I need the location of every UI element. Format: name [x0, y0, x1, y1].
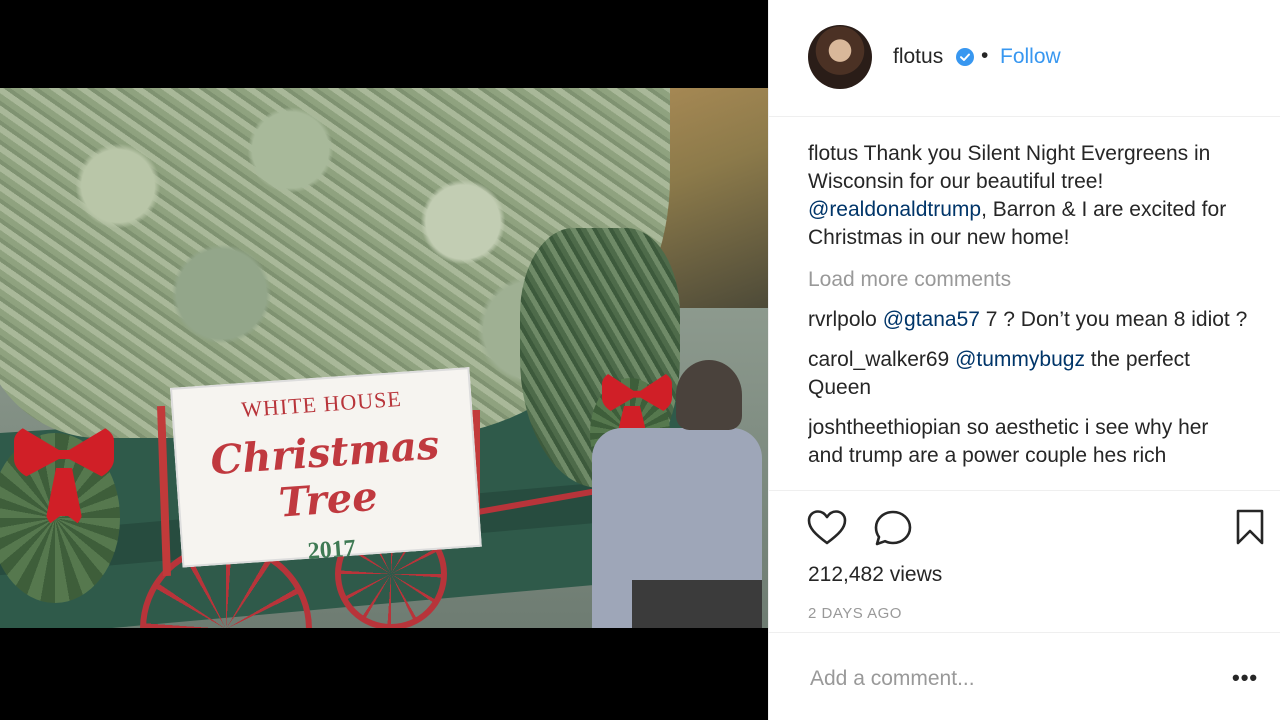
post-header: flotus • Follow: [769, 0, 1280, 117]
post-sidebar: flotus • Follow flotus Thank you Silent …: [768, 0, 1280, 720]
comment-username[interactable]: rvrlpolo: [808, 308, 877, 331]
sign-top-text: WHITE HOUSE: [240, 385, 403, 423]
more-options-icon[interactable]: •••: [1232, 665, 1258, 691]
comment-mention[interactable]: @tummybugz: [955, 348, 1085, 371]
video-frame[interactable]: WHITE HOUSE Christmas Tree 2017: [0, 88, 768, 628]
sign-main-text: Christmas Tree: [209, 421, 441, 527]
comment-username[interactable]: carol_walker69: [808, 348, 949, 371]
load-more-comments-button[interactable]: Load more comments: [808, 266, 1248, 294]
bookmark-icon[interactable]: [1235, 509, 1265, 545]
post-timestamp[interactable]: 2 DAYS AGO: [808, 605, 902, 622]
instagram-post: WHITE HOUSE Christmas Tree 2017 flotus •…: [0, 0, 1280, 720]
comment-item: carol_walker69 @tummybugz the perfect Qu…: [808, 346, 1248, 402]
man-figure: [592, 360, 762, 628]
comment-item: joshtheethiopian so aesthetic i see why …: [808, 414, 1248, 470]
header-username[interactable]: flotus: [893, 45, 943, 69]
man-hat: [676, 360, 742, 430]
comment-icon[interactable]: [873, 509, 913, 547]
add-comment-section: •••: [769, 632, 1280, 721]
comment-username[interactable]: joshtheethiopian: [808, 416, 961, 439]
christmas-tree-sign: WHITE HOUSE Christmas Tree 2017: [170, 367, 482, 568]
follow-button[interactable]: Follow: [1000, 45, 1061, 69]
caption-mention[interactable]: @realdonaldtrump: [808, 198, 981, 221]
header-separator: •: [981, 44, 989, 67]
man-pants: [632, 580, 762, 628]
caption-text-1: Thank you Silent Night Evergreens in Wis…: [808, 142, 1211, 193]
post-caption: flotus Thank you Silent Night Evergreens…: [808, 140, 1248, 252]
post-actions: 212,482 views 2 DAYS AGO: [769, 490, 1280, 631]
comments-list[interactable]: flotus Thank you Silent Night Evergreens…: [808, 140, 1248, 490]
comment-item: rvrlpolo @gtana57 7 ? Don’t you mean 8 i…: [808, 306, 1248, 334]
caption-username[interactable]: flotus: [808, 142, 858, 165]
heart-icon[interactable]: [807, 509, 847, 547]
verified-badge-icon: [956, 48, 974, 66]
add-comment-input[interactable]: [808, 663, 1212, 695]
post-media[interactable]: WHITE HOUSE Christmas Tree 2017: [0, 0, 768, 720]
views-count[interactable]: 212,482 views: [808, 563, 942, 587]
comment-text: 7 ? Don’t you mean 8 idiot ?: [979, 308, 1248, 331]
avatar[interactable]: [808, 25, 872, 89]
comment-mention[interactable]: @gtana57: [883, 308, 980, 331]
